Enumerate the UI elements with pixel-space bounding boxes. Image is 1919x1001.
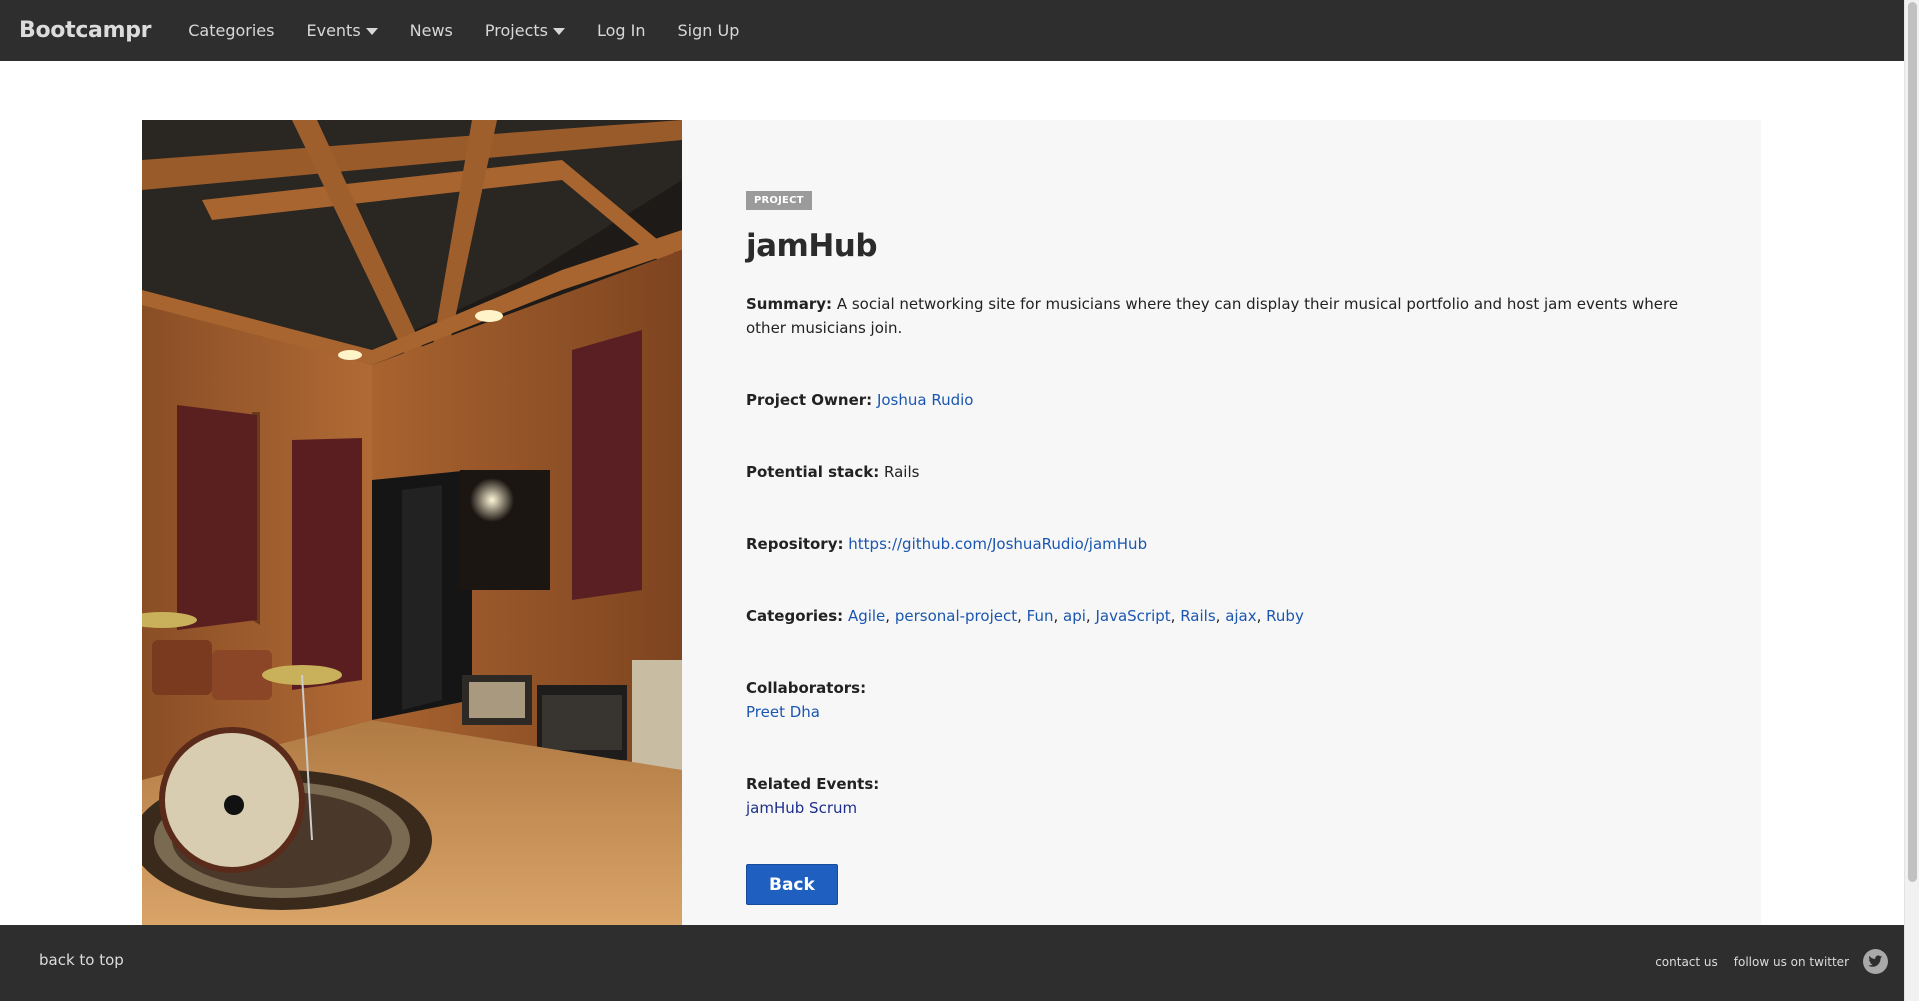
stack-label: Potential stack:: [746, 463, 880, 481]
category-link-ruby[interactable]: Ruby: [1266, 607, 1304, 625]
related-events-field: Related Events: jamHub Scrum: [746, 772, 1697, 820]
collaborators-field: Collaborators: Preet Dha: [746, 676, 1697, 724]
nav-projects-dropdown[interactable]: Projects: [485, 21, 565, 40]
category-link-api[interactable]: api: [1063, 607, 1086, 625]
category-link-rails[interactable]: Rails: [1180, 607, 1215, 625]
repository-field: Repository: https://github.com/JoshuaRud…: [746, 532, 1697, 556]
nav-events-dropdown[interactable]: Events: [306, 21, 378, 40]
owner-field: Project Owner: Joshua Rudio: [746, 388, 1697, 412]
nav-categories[interactable]: Categories: [188, 21, 274, 40]
category-link-fun[interactable]: Fun: [1027, 607, 1054, 625]
studio-photo-illustration: [142, 120, 682, 925]
related-events-label: Related Events:: [746, 775, 880, 793]
nav-signup-label: Sign Up: [677, 21, 740, 40]
category-link-javascript[interactable]: JavaScript: [1095, 607, 1170, 625]
nav-events-label: Events: [306, 21, 361, 40]
follow-twitter-link[interactable]: follow us on twitter: [1734, 955, 1849, 969]
related-event-link[interactable]: jamHub Scrum: [746, 799, 857, 817]
summary-text: A social networking site for musicians w…: [746, 295, 1679, 337]
nav-news-label: News: [409, 21, 453, 40]
scrollbar-thumb[interactable]: [1908, 2, 1917, 882]
caret-down-icon: [365, 28, 378, 35]
page-scrollbar[interactable]: [1904, 0, 1919, 1001]
repository-label: Repository:: [746, 535, 844, 553]
nav-projects-label: Projects: [484, 21, 548, 40]
category-link-personal-project[interactable]: personal-project: [895, 607, 1017, 625]
categories-label: Categories:: [746, 607, 844, 625]
stack-value: Rails: [884, 463, 920, 481]
stack-field: Potential stack: Rails: [746, 460, 1697, 484]
contact-us-link[interactable]: contact us: [1655, 955, 1718, 969]
repository-link[interactable]: https://github.com/JoshuaRudio/jamHub: [848, 535, 1147, 553]
project-details-panel: PROJECT jamHub Summary: A social network…: [682, 120, 1761, 925]
project-image: [142, 120, 682, 925]
footer: back to top contact us follow us on twit…: [0, 925, 1904, 1001]
top-navbar: Bootcampr Categories Events News Project…: [0, 0, 1904, 61]
back-button[interactable]: Back: [746, 864, 838, 905]
category-link-agile[interactable]: Agile: [848, 607, 885, 625]
nav-signup[interactable]: Sign Up: [678, 21, 740, 40]
collaborator-link[interactable]: Preet Dha: [746, 703, 820, 721]
owner-label: Project Owner:: [746, 391, 873, 409]
categories-field: Categories: Agile, personal-project, Fun…: [746, 607, 1304, 625]
back-to-top-link[interactable]: back to top: [39, 951, 124, 969]
project-title: jamHub: [746, 228, 878, 264]
twitter-icon[interactable]: [1863, 949, 1888, 974]
nav-news[interactable]: News: [410, 21, 453, 40]
summary-field: Summary: A social networking site for mu…: [746, 292, 1706, 340]
collaborators-label: Collaborators:: [746, 679, 867, 697]
twitter-bird-icon: [1868, 955, 1883, 967]
owner-link[interactable]: Joshua Rudio: [877, 391, 974, 409]
category-link-ajax[interactable]: ajax: [1225, 607, 1256, 625]
nav-login[interactable]: Log In: [597, 21, 646, 40]
nav-categories-label: Categories: [188, 21, 275, 40]
brand-logo[interactable]: Bootcampr: [19, 18, 152, 43]
nav-login-label: Log In: [596, 21, 646, 40]
project-badge: PROJECT: [746, 191, 812, 210]
caret-down-icon: [552, 28, 565, 35]
summary-label: Summary:: [746, 295, 833, 313]
footer-links: contact us follow us on twitter: [1655, 949, 1888, 974]
